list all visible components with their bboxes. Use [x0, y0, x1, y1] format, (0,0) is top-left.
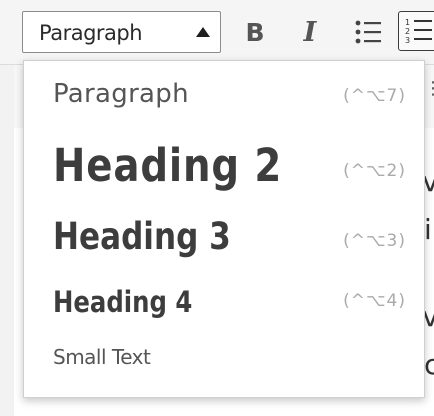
format-dropdown-menu: Paragraph (^⌥7) Heading 2 (^⌥2) Heading … [23, 60, 425, 398]
format-select-value: Paragraph [39, 21, 143, 45]
numbered-list-button[interactable]: 1 2 3 [398, 11, 434, 51]
bold-icon: B [245, 17, 265, 47]
menu-item-paragraph[interactable]: Paragraph (^⌥7) [24, 79, 424, 115]
menu-item-label: Paragraph [53, 79, 189, 109]
numbered-list-icon: 1 2 3 [405, 18, 432, 45]
format-select[interactable]: Paragraph [22, 11, 221, 53]
italic-button[interactable]: I [293, 14, 327, 50]
menu-item-label: Heading 4 [53, 285, 193, 319]
menu-item-heading-3[interactable]: Heading 3 (^⌥3) [24, 215, 424, 261]
menu-item-heading-4[interactable]: Heading 4 (^⌥4) [24, 285, 424, 323]
menu-item-label: Heading 3 [53, 215, 231, 258]
menu-item-shortcut: (^⌥2) [343, 161, 406, 181]
menu-item-label: Small Text [53, 345, 151, 369]
bulleted-list-button[interactable] [351, 14, 385, 50]
editor-text-fragment: c [424, 348, 434, 381]
svg-text:2: 2 [405, 27, 410, 36]
menu-item-small-text[interactable]: Small Text [24, 345, 424, 375]
menu-item-label: Heading 2 [53, 139, 283, 192]
svg-text:1: 1 [405, 18, 410, 27]
editor-text-fragment: i [424, 213, 432, 246]
caret-up-icon [196, 27, 210, 37]
svg-text:3: 3 [405, 36, 410, 45]
bulleted-list-icon [355, 20, 381, 44]
menu-item-heading-2[interactable]: Heading 2 (^⌥2) [24, 139, 424, 195]
menu-item-shortcut: (^⌥7) [343, 86, 406, 106]
bold-button[interactable]: B [238, 14, 272, 50]
more-options-icon[interactable]: ⋮ [424, 78, 434, 99]
menu-item-shortcut: (^⌥4) [343, 291, 406, 311]
italic-icon: I [303, 16, 317, 48]
menu-item-shortcut: (^⌥3) [343, 231, 406, 251]
